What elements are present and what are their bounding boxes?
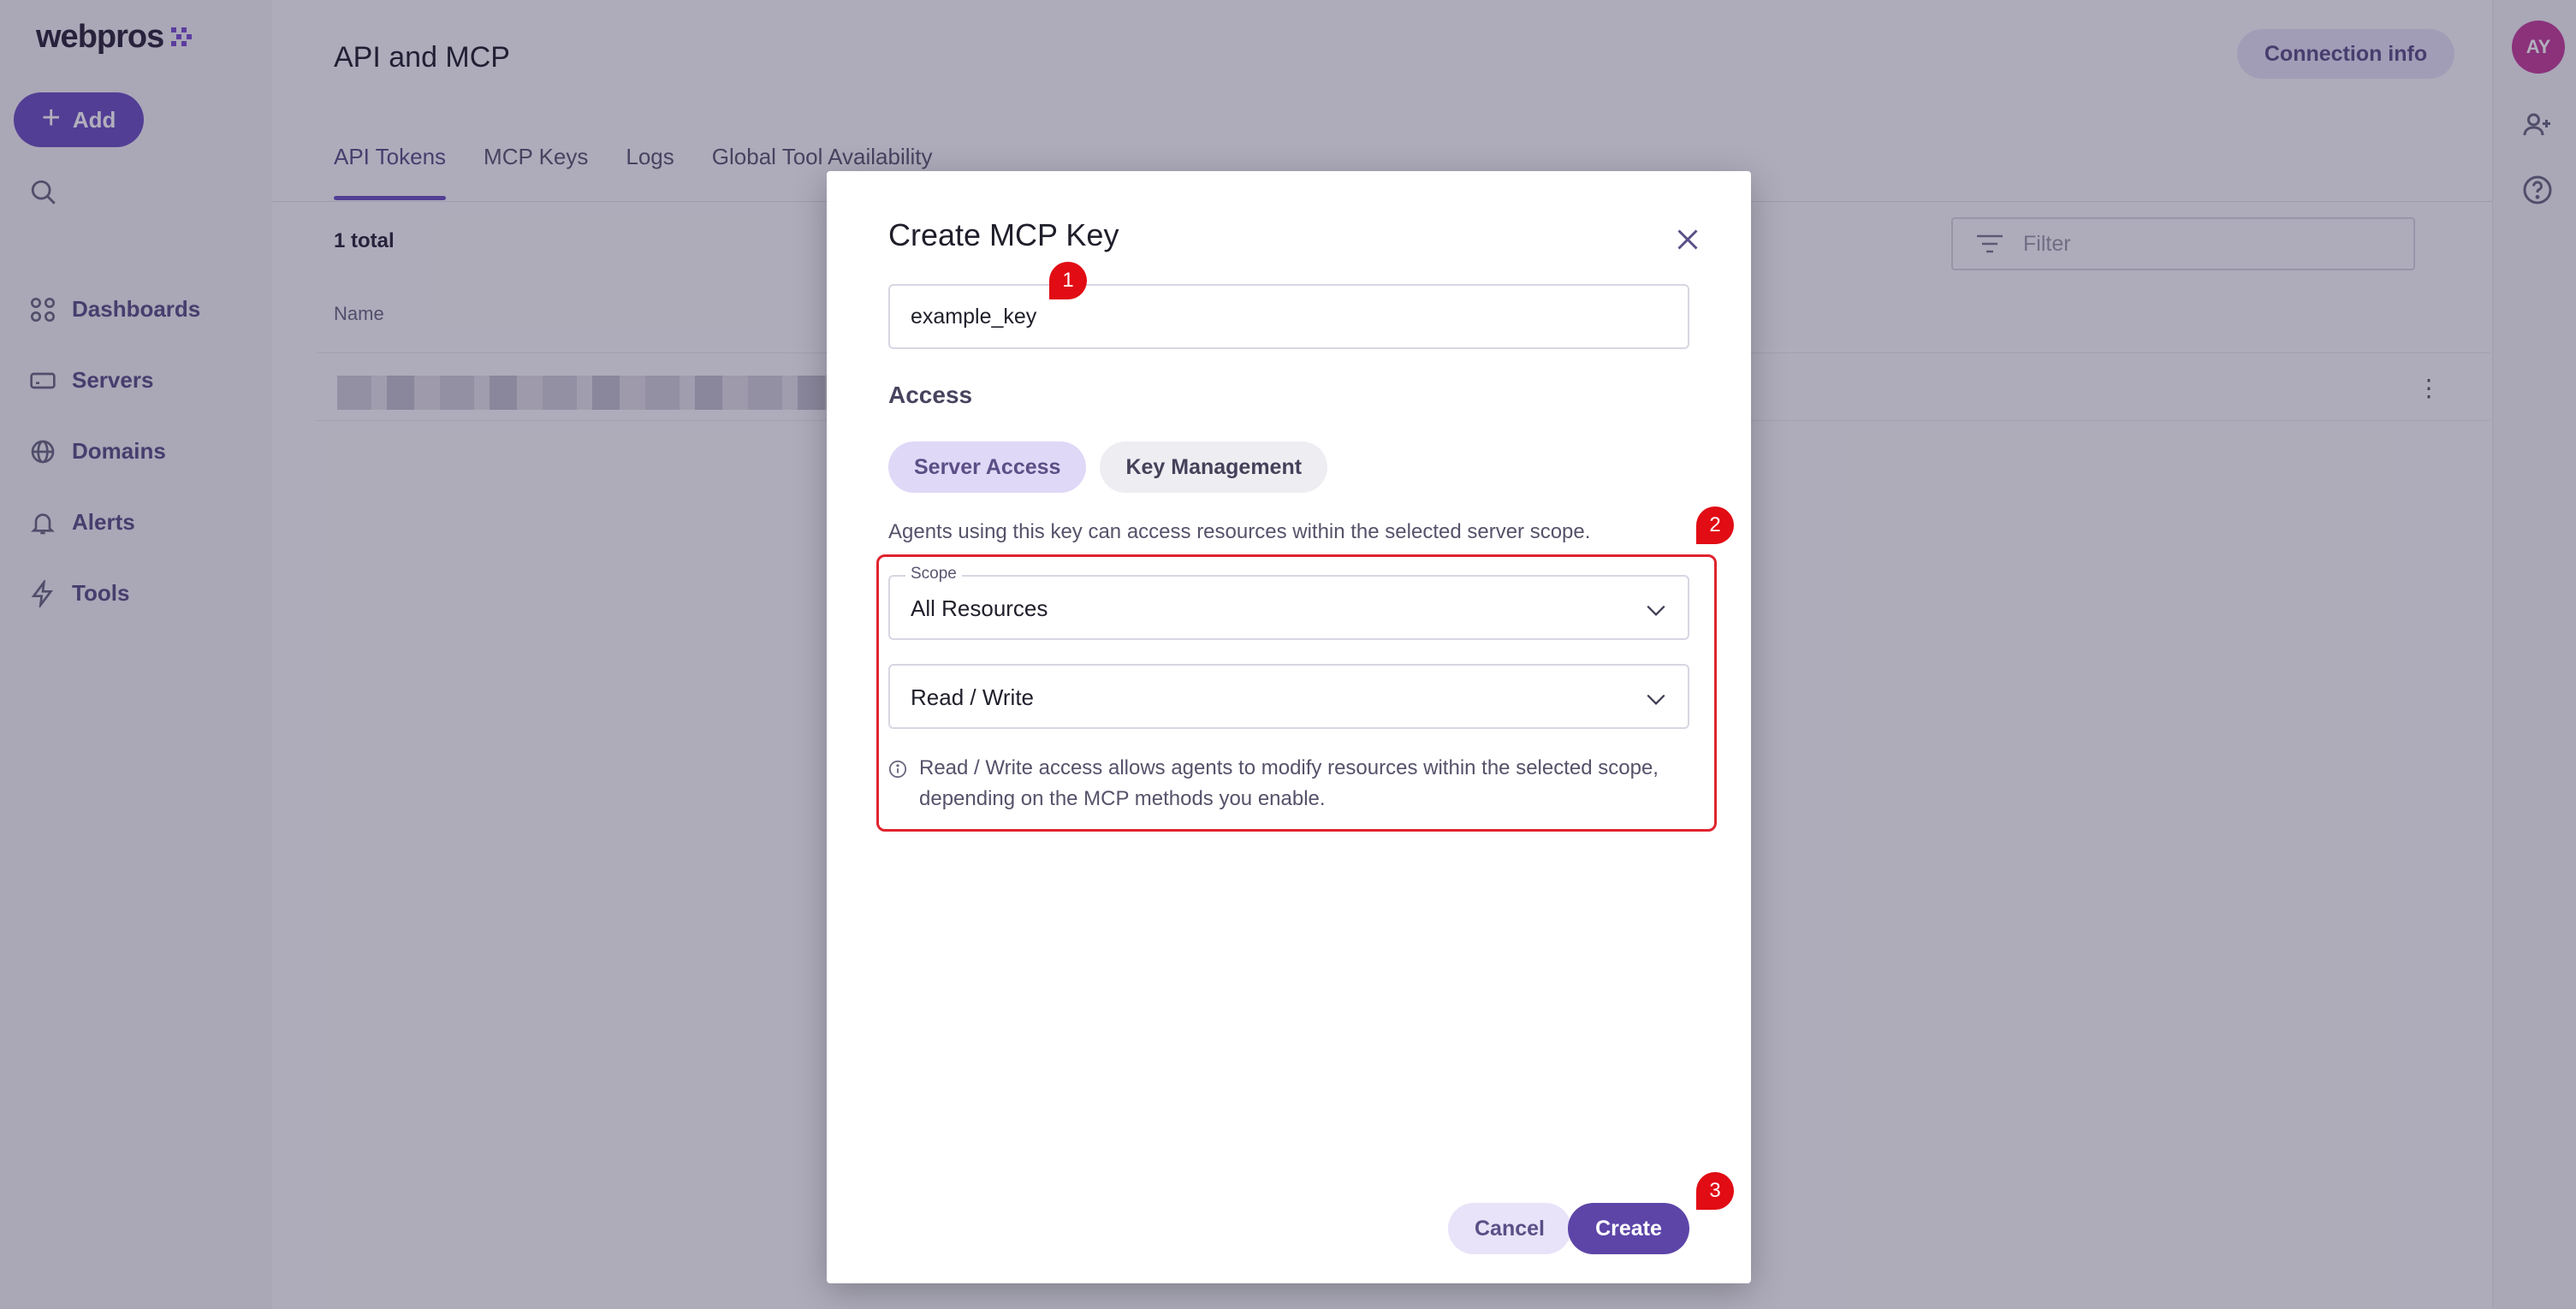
access-type-toggle: Server Access Key Management [888, 441, 1328, 493]
step-marker-2: 2 [1696, 506, 1734, 544]
access-description: Agents using this key can access resourc… [888, 520, 1591, 543]
dialog-title: Create MCP Key [888, 217, 1119, 252]
create-mcp-key-dialog: Create MCP Key Access Server Access Key … [827, 171, 1751, 1283]
key-name-input[interactable] [888, 284, 1689, 349]
close-icon[interactable] [1672, 224, 1703, 255]
create-button[interactable]: Create [1568, 1203, 1689, 1254]
highlight-box [876, 554, 1717, 832]
cancel-button[interactable]: Cancel [1448, 1203, 1571, 1254]
key-management-button[interactable]: Key Management [1100, 441, 1328, 493]
step-marker-1: 1 [1049, 262, 1087, 299]
server-access-button[interactable]: Server Access [888, 441, 1087, 493]
access-heading: Access [888, 382, 973, 408]
step-marker-3: 3 [1696, 1172, 1734, 1210]
